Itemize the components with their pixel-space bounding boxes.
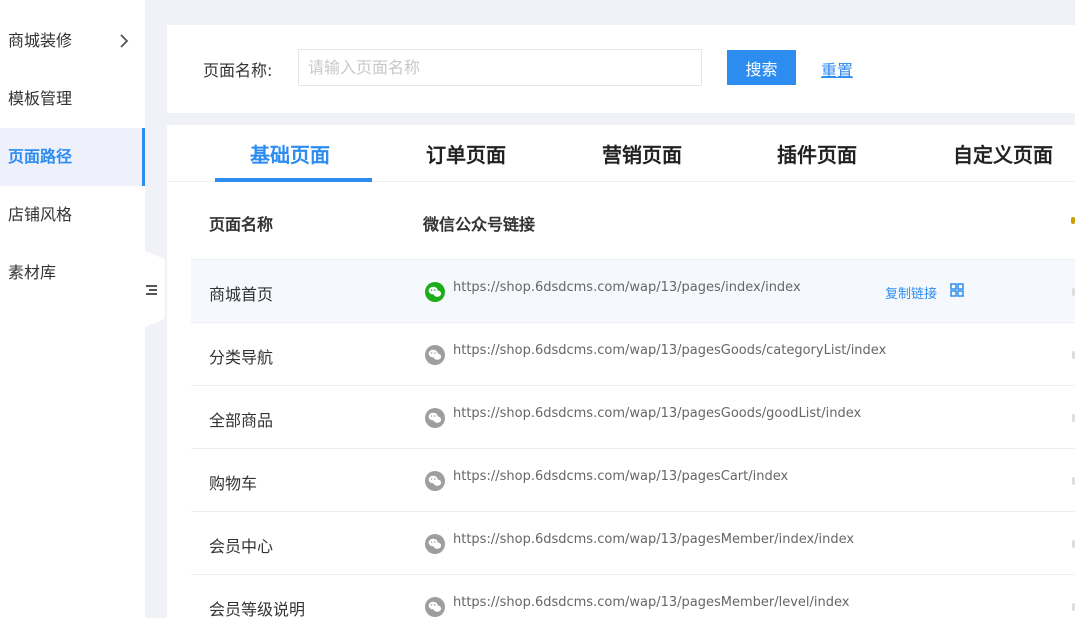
- reset-link[interactable]: 重置: [821, 57, 853, 81]
- table-row: 购物车 https://shop.6dsdcms.com/wap/13/page…: [191, 448, 1075, 511]
- copy-link-button[interactable]: 复制链接: [885, 283, 937, 302]
- tab-plugin-pages[interactable]: 插件页面: [777, 139, 857, 168]
- tab-marketing-pages[interactable]: 营销页面: [602, 139, 682, 168]
- table-row: 商城首页 https://shop.6dsdcms.com/wap/13/pag…: [191, 259, 1075, 322]
- sidebar-item-page-paths[interactable]: 页面路径: [0, 128, 145, 186]
- wechat-icon: [425, 597, 445, 617]
- page-name-cell: 会员中心: [209, 537, 274, 556]
- page-type-tabs: 基础页面 订单页面 营销页面 插件页面 自定义页面: [167, 125, 1075, 182]
- wechat-icon: [425, 282, 445, 302]
- search-panel: 页面名称: 搜索 重置: [167, 25, 1075, 113]
- wechat-link-url: https://shop.6dsdcms.com/wap/13/pagesGoo…: [453, 343, 887, 358]
- wechat-icon: [425, 408, 445, 428]
- wechat-link-url: https://shop.6dsdcms.com/wap/13/pages/in…: [453, 280, 801, 295]
- page-name-search-input[interactable]: [298, 49, 702, 86]
- column-header-overflow: [1071, 217, 1075, 224]
- wechat-icon: [425, 345, 445, 365]
- sidebar-item-label: 商城装修: [8, 31, 73, 50]
- wechat-icon: [425, 471, 445, 491]
- wechat-link-url: https://shop.6dsdcms.com/wap/13/pagesMem…: [453, 595, 850, 610]
- wechat-link-url: https://shop.6dsdcms.com/wap/13/pagesCar…: [453, 469, 789, 484]
- sidebar: 商城装修 模板管理 页面路径 店铺风格 素材库: [0, 0, 145, 618]
- active-tab-indicator: [215, 178, 372, 182]
- wechat-icon: [425, 534, 445, 554]
- sidebar-item-asset-library[interactable]: 素材库: [0, 244, 145, 302]
- column-header-wechat-link: 微信公众号链接: [423, 215, 536, 234]
- sidebar-item-label: 素材库: [8, 263, 57, 282]
- tab-custom-pages[interactable]: 自定义页面: [953, 139, 1053, 168]
- search-button[interactable]: 搜索: [727, 50, 796, 85]
- sidebar-collapse-toggle[interactable]: [143, 250, 165, 328]
- page-name-cell: 分类导航: [209, 348, 274, 367]
- tab-order-pages[interactable]: 订单页面: [426, 139, 506, 168]
- sidebar-item-template-management[interactable]: 模板管理: [0, 70, 145, 128]
- content-panel: 基础页面 订单页面 营销页面 插件页面 自定义页面 页面名称 微信公众号链接 商…: [167, 125, 1075, 618]
- sidebar-item-label: 模板管理: [8, 89, 73, 108]
- page-name-cell: 全部商品: [209, 411, 274, 430]
- chevron-right-icon: [120, 34, 129, 48]
- wechat-link-url: https://shop.6dsdcms.com/wap/13/pagesMem…: [453, 532, 855, 547]
- page-name-cell: 商城首页: [209, 285, 274, 304]
- table-row: 会员等级说明 https://shop.6dsdcms.com/wap/13/p…: [191, 574, 1075, 618]
- page-name-cell: 购物车: [209, 474, 258, 493]
- qrcode-icon[interactable]: [950, 283, 964, 297]
- search-label: 页面名称:: [203, 61, 273, 80]
- sidebar-item-label: 店铺风格: [8, 205, 73, 224]
- sidebar-item-label: 页面路径: [8, 147, 73, 166]
- tab-basic-pages[interactable]: 基础页面: [250, 139, 330, 168]
- page-name-cell: 会员等级说明: [209, 600, 306, 618]
- table-row: 会员中心 https://shop.6dsdcms.com/wap/13/pag…: [191, 511, 1075, 574]
- sidebar-item-store-style[interactable]: 店铺风格: [0, 186, 145, 244]
- table-row: 分类导航 https://shop.6dsdcms.com/wap/13/pag…: [191, 322, 1075, 385]
- sidebar-item-store-decoration[interactable]: 商城装修: [0, 12, 145, 70]
- table-row: 全部商品 https://shop.6dsdcms.com/wap/13/pag…: [191, 385, 1075, 448]
- wechat-link-url: https://shop.6dsdcms.com/wap/13/pagesGoo…: [453, 406, 862, 421]
- column-header-page-name: 页面名称: [209, 215, 274, 234]
